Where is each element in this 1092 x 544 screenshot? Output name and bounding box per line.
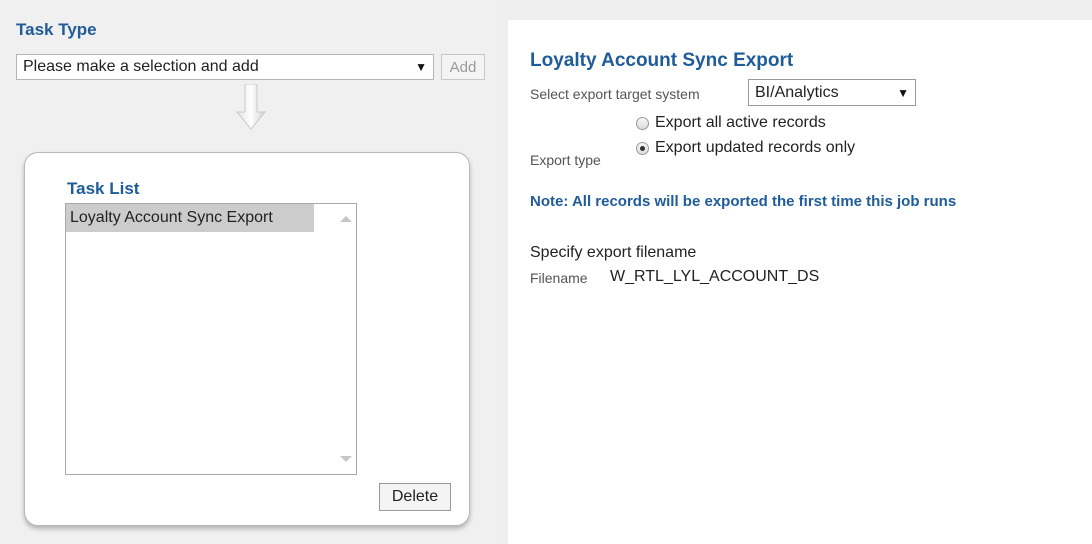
task-type-dropdown[interactable]: Please make a selection and add ▼: [16, 54, 434, 80]
export-type-label: Export type: [530, 152, 601, 168]
target-system-value: BI/Analytics: [755, 83, 839, 101]
delete-button[interactable]: Delete: [379, 483, 451, 511]
left-panel: Task Type Please make a selection and ad…: [0, 0, 498, 544]
filename-label: Filename: [530, 270, 588, 286]
chevron-down-icon: ▼: [415, 60, 427, 74]
radio-label: Export all active records: [655, 114, 826, 131]
task-listbox[interactable]: Loyalty Account Sync Export: [65, 203, 357, 475]
divider: [0, 536, 498, 544]
radio-button[interactable]: [636, 116, 649, 130]
arrow-down-icon: [236, 84, 266, 130]
radio-label: Export updated records only: [655, 139, 856, 156]
task-list-card: Task List Loyalty Account Sync Export De…: [24, 152, 470, 526]
add-button[interactable]: Add: [441, 54, 485, 80]
radio-export-all[interactable]: Export all active records: [636, 114, 826, 132]
filename-value: W_RTL_LYL_ACCOUNT_DS: [610, 268, 820, 285]
task-type-heading: Task Type: [16, 20, 97, 39]
radio-button[interactable]: [636, 141, 649, 155]
task-type-dropdown-value: Please make a selection and add: [23, 58, 259, 75]
scroll-down-icon[interactable]: [340, 456, 352, 462]
scroll-up-icon[interactable]: [340, 216, 352, 222]
chevron-down-icon: ▼: [897, 85, 909, 100]
export-note: Note: All records will be exported the f…: [530, 193, 957, 210]
target-system-dropdown[interactable]: BI/Analytics ▼: [748, 79, 916, 106]
export-title: Loyalty Account Sync Export: [530, 50, 794, 71]
target-system-label: Select export target system: [530, 86, 700, 102]
list-item[interactable]: Loyalty Account Sync Export: [66, 204, 314, 232]
export-settings-panel: Loyalty Account Sync Export Select expor…: [508, 20, 1092, 544]
task-list-heading: Task List: [67, 179, 140, 198]
filename-heading: Specify export filename: [530, 244, 697, 261]
radio-export-updated[interactable]: Export updated records only: [636, 139, 855, 157]
